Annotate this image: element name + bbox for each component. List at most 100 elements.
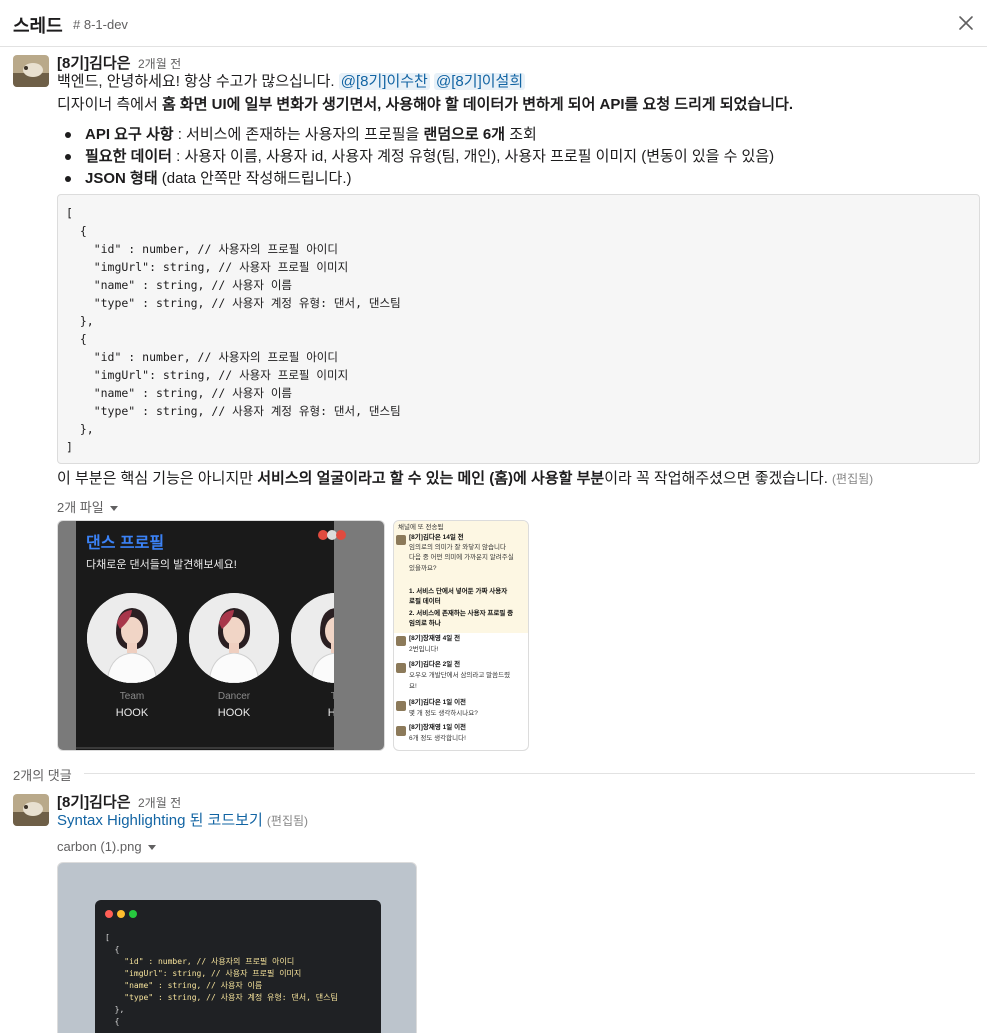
preview-line: 임의로 하나 [409, 620, 441, 627]
code-line: { [105, 945, 120, 954]
preview-line: [8기]장재영 4일 전 [409, 635, 461, 642]
person-photo-icon [291, 593, 334, 683]
avatar[interactable] [13, 794, 49, 826]
window-controls-icon [318, 530, 346, 540]
bullet-label: JSON 형태 [85, 170, 158, 187]
preview-line: [8기]장재영 1일 이전 [409, 724, 467, 731]
mini-avatar-icon [396, 636, 406, 646]
preview-line: 몇 개 정도 생각하시나요? [409, 710, 478, 717]
code-window: [ { "id" : number, // 사용자의 프로필 아이디 "imgU… [95, 900, 381, 1033]
avatar-image-icon [13, 794, 49, 826]
card-name: HOOK [115, 707, 149, 719]
preview-line: 다음 중 어떤 의미에 가까운지 알려주실 [409, 554, 514, 561]
file-preview-carbon-image[interactable]: [ { "id" : number, // 사용자의 프로필 아이디 "imgU… [57, 862, 417, 1033]
message-author[interactable]: [8기]김다은 [57, 52, 131, 73]
card-name: HOOK [217, 707, 251, 719]
card-role: Team [119, 691, 145, 702]
close-dot-icon [105, 910, 113, 918]
file-toggle[interactable]: carbon (1).png [57, 839, 156, 854]
profile-photo [291, 593, 334, 683]
bullet-text: : 서비스에 존재하는 사용자의 프로필을 [173, 126, 424, 143]
bullet-text: (data 안쪽만 작성해드립니다.) [157, 170, 352, 187]
preview-line: [8기]김다은 2일 전 [409, 661, 461, 668]
greeting-text: 백엔드, 안녕하세요! 항상 수고가 많으십니다. [57, 73, 335, 90]
avatar-image-icon [13, 55, 49, 87]
replies-count: 2개의 댓글 [13, 768, 72, 783]
bullet-bold: 랜덤으로 6개 [423, 126, 506, 143]
message-line-closing: 이 부분은 핵심 기능은 아니지만 서비스의 얼굴이라고 할 수 있는 메인 (… [57, 468, 873, 490]
preview-line: 1. 서비스 단에서 넣어둔 가짜 사용자 [409, 588, 508, 595]
mini-avatar-icon [396, 701, 406, 711]
closing-prefix: 이 부분은 핵심 기능은 아니지만 [57, 470, 258, 487]
syntax-highlight-link[interactable]: Syntax Highlighting 된 코드보기 [57, 812, 263, 829]
profile-photo [189, 593, 279, 683]
code-line: "imgUrl": string, // 사용자 프로필 이미지 [105, 969, 302, 978]
edited-label: (편집됨) [832, 472, 874, 486]
preview-line: 2. 서비스에 존재하는 사용자 프로필 중 [409, 610, 514, 617]
person-photo-icon [189, 593, 279, 683]
reply-line: Syntax Highlighting 된 코드보기 (편집됨) [57, 810, 308, 832]
replies-divider [84, 773, 975, 774]
avatar[interactable] [13, 55, 49, 87]
bullet-label: 필요한 데이터 [85, 148, 172, 165]
request-prefix: 디자이너 측에서 [57, 96, 162, 113]
preview-line: 6개 정도 생각합니다! [409, 735, 466, 742]
files-toggle[interactable]: 2개 파일 [57, 497, 118, 516]
closing-suffix: 이라 꼭 작업해주셨으면 좋겠습니다. [604, 470, 828, 487]
list-item: JSON 형태 (data 안쪽만 작성해드립니다.) [63, 168, 774, 190]
preview-line: 있을까요? [409, 565, 437, 572]
files-count: 2개 파일 [57, 500, 104, 515]
file-name: carbon (1).png [57, 839, 142, 854]
caret-down-icon [109, 506, 118, 512]
code-line: }, [105, 1005, 125, 1014]
file-preview-thread-screenshot[interactable]: 채널에 또 전송됨 [8기]김다은 14일 전 임의로의 의미가 잘 와닿지 않… [393, 520, 529, 751]
code-line: "type" : string, // 사용자 계정 유형: 댄서, 댄스팀 [105, 993, 338, 1002]
card-name: HO [291, 707, 334, 719]
thread-title: 스레드 [13, 16, 63, 36]
preview-scrollbar [76, 747, 334, 749]
card-role: Dancer [217, 691, 251, 702]
close-button[interactable] [953, 10, 979, 36]
preview-subtitle: 다채로운 댄서들의 발견해보세요! [86, 559, 237, 571]
code-line: { [105, 1017, 120, 1026]
card-role: Te [291, 691, 334, 702]
preview-line: 채널에 또 전송됨 [398, 524, 444, 531]
reply-timestamp[interactable]: 2개월 전 [138, 794, 181, 811]
preview-line: 로필 데이터 [409, 598, 441, 605]
preview-line: [8기]김다은 14일 전 [409, 534, 464, 541]
edited-label: (편집됨) [266, 814, 309, 828]
bullet-text: : 사용자 이름, 사용자 id, 사용자 계정 유형(팀, 개인), 사용자 … [171, 148, 775, 165]
code-line: [ [105, 933, 110, 942]
requirements-list: API 요구 사항 : 서비스에 존재하는 사용자의 프로필을 랜덤으로 6개 … [63, 124, 774, 190]
reply-author[interactable]: [8기]김다은 [57, 791, 131, 812]
mini-avatar-icon [396, 726, 406, 736]
message-timestamp[interactable]: 2개월 전 [138, 55, 181, 72]
mention-user[interactable]: @[8기]이설희 [434, 73, 526, 90]
minimize-dot-icon [117, 910, 125, 918]
mention-user[interactable]: @[8기]이수찬 [338, 73, 430, 90]
preview-line: 오우오 개발단에서 삼의라고 말씀드렸 [409, 672, 511, 679]
bullet-text: 조회 [505, 126, 537, 143]
message-line-greeting: 백엔드, 안녕하세요! 항상 수고가 많으십니다. @[8기]이수찬 @[8기]… [57, 71, 526, 93]
preview-line: [8기]김다은 1일 이전 [409, 699, 467, 706]
list-item: API 요구 사항 : 서비스에 존재하는 사용자의 프로필을 랜덤으로 6개 … [63, 124, 774, 146]
request-bold: 홈 화면 UI에 일부 변화가 생기면서, 사용해야 할 데이터가 변하게 되어… [161, 96, 794, 113]
list-item: 필요한 데이터 : 사용자 이름, 사용자 id, 사용자 계정 유형(팀, 개… [63, 146, 774, 168]
mini-avatar-icon [396, 663, 406, 673]
code-line: "name" : string, // 사용자 이름 [105, 981, 263, 990]
preview-line: 요! [409, 683, 417, 690]
message-line-request: 디자이너 측에서 홈 화면 UI에 일부 변화가 생기면서, 사용해야 할 데이… [57, 94, 793, 116]
mini-avatar-icon [396, 535, 406, 545]
bullet-label: API 요구 사항 [85, 126, 174, 143]
close-icon [959, 16, 973, 30]
preview-canvas: 댄스 프로필 다채로운 댄서들의 발견해보세요! Team HOOK Dance… [76, 521, 334, 750]
code-block[interactable]: [ { "id" : number, // 사용자의 프로필 아이디 "imgU… [57, 194, 980, 464]
person-photo-icon [87, 593, 177, 683]
code-line: "id" : number, // 사용자의 프로필 아이디 [105, 957, 295, 966]
channel-name[interactable]: # 8-1-dev [73, 17, 128, 32]
preview-line: 2번입니다! [409, 646, 439, 653]
code-content: [ { "id" : number, // 사용자의 프로필 아이디 "imgU… [66, 206, 401, 454]
thread-header: 스레드 # 8-1-dev [0, 0, 987, 47]
file-preview-dance-profile[interactable]: 댄스 프로필 다채로운 댄서들의 발견해보세요! Team HOOK Dance… [57, 520, 385, 751]
maximize-dot-icon [129, 910, 137, 918]
